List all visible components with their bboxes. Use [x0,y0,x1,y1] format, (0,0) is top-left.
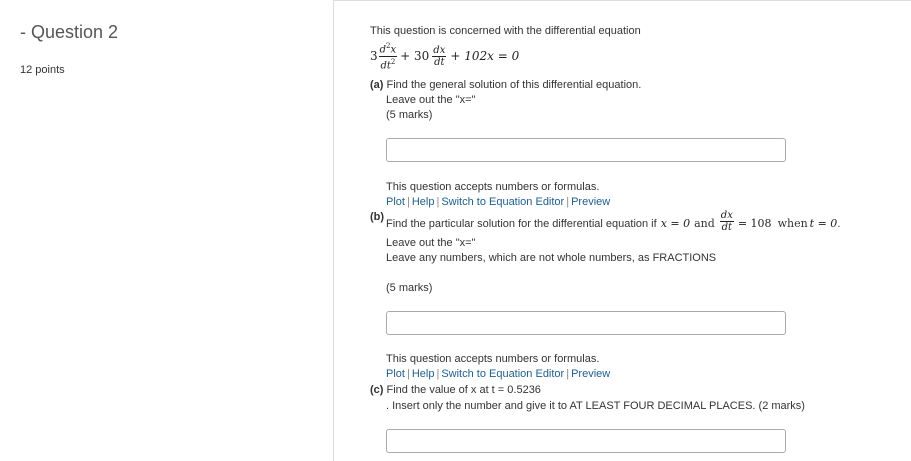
part-b-accepts: This question accepts numbers or formula… [386,353,600,365]
part-b-plot-link[interactable]: Plot [386,368,405,380]
part-a-text: Find the general solution of this differ… [386,79,642,91]
part-b-label: (b) [370,211,384,223]
part-b-end: . [837,217,841,230]
intro-text: This question is concerned with the diff… [370,25,641,37]
part-a-note: Leave out the "x=" [386,94,476,106]
part-b-cond2: = 108 [737,217,772,230]
eq-frac1-den: dt [380,59,391,71]
part-b-when: when [777,217,808,230]
question-info-panel: - Question 2 12 points [0,0,334,461]
eq-frac2-num: dx [432,44,447,57]
question-page: - Question 2 12 points This question is … [0,0,911,461]
eq-frac1-num-var: x [390,44,397,56]
part-b-cond1: x = 0 [660,217,691,230]
part-b-derivative: dx dt [719,210,734,233]
part-b-frac-den: dt [721,222,733,233]
part-a-links: Plot | Help | Switch to Equation Editor | Prev… [386,196,611,208]
eq-coef: 3 [370,49,378,63]
eq-frac2-den: dt [434,56,445,68]
part-a-preview-link[interactable]: Preview [571,196,610,208]
differential-equation: 3 d2x dt2 + 30 dx dt + 102x = 0 [370,41,520,71]
part-c-prompt: (c) Find the value of x at t = 0.5236 [370,384,541,396]
eq-second-derivative: d2x dt2 [378,41,398,71]
question-title[interactable]: - Question 2 [20,22,118,43]
part-a-equation-editor-link[interactable]: Switch to Equation Editor [441,196,564,208]
part-b-and: and [694,217,715,230]
part-b-equation-editor-link[interactable]: Switch to Equation Editor [441,368,564,380]
part-b-label-text: (b) [370,211,385,223]
part-b-preview-link[interactable]: Preview [571,368,610,380]
part-b-help-link[interactable]: Help [412,368,435,380]
part-a-prompt: (a) Find the general solution of this di… [370,79,641,91]
eq-first-derivative: dx dt [432,44,447,68]
part-a-plot-link[interactable]: Plot [386,196,405,208]
part-b-frac-num: dx [719,210,734,222]
eq-rest: + 102x = 0 [450,49,520,63]
part-b-note2: Leave any numbers, which are not whole n… [386,252,717,264]
part-b-answer-input[interactable] [386,311,786,335]
part-b-links: Plot | Help | Switch to Equation Editor | Prev… [386,368,611,380]
part-c-label: (c) [370,384,384,396]
part-b-text: Find the particular solution for the dif… [386,217,657,230]
part-a-accepts: This question accepts numbers or formula… [386,181,600,193]
part-c-text: Find the value of x at t = 0.5236 [386,384,541,396]
collapse-toggle[interactable]: - [20,22,31,42]
part-b-marks: (5 marks) [386,282,433,294]
part-a-answer-input[interactable] [386,138,786,162]
question-points: 12 points [20,64,65,76]
question-body: This question is concerned with the diff… [334,0,911,461]
part-c-note: . Insert only the number and give it to … [386,400,805,412]
part-b-prompt: Find the particular solution for the dif… [386,210,841,233]
part-c-answer-input[interactable] [386,429,786,453]
eq-frac1-den-sup: 2 [390,57,396,66]
question-title-text: Question 2 [31,22,119,42]
part-a-help-link[interactable]: Help [412,196,435,208]
part-b-cond3: t = 0 [809,217,838,230]
part-b-note1: Leave out the "x=" [386,237,476,249]
part-a-label: (a) [370,79,384,91]
eq-plus-term: + 30 [400,49,430,63]
part-a-marks: (5 marks) [386,109,433,121]
